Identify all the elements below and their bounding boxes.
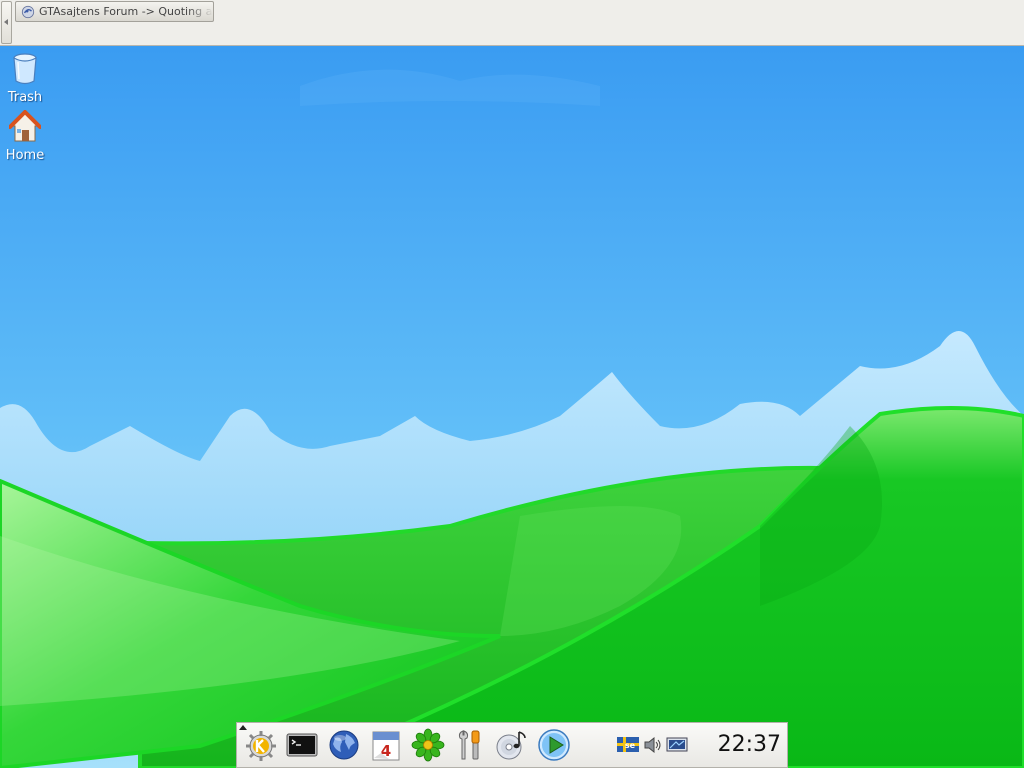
desktop-icon-label: Trash [7,90,43,105]
panel-clock[interactable]: 22:37 [718,732,781,757]
settings-tools-icon[interactable] [453,728,487,762]
desktop-icon-trash[interactable]: Trash [0,52,50,106]
task-button-label: GTAsajtens Forum -> Quoting a Post - Kon… [39,5,213,18]
terminal-icon[interactable] [285,728,319,762]
cd-music-icon[interactable] [495,728,529,762]
media-player-icon[interactable] [537,728,571,762]
network-icon[interactable] [666,736,688,754]
task-button-konqueror[interactable]: GTAsajtens Forum -> Quoting a Post - Kon… [15,1,214,22]
konqueror-icon [21,5,35,18]
web-browser-icon[interactable] [327,728,361,762]
volume-icon[interactable] [642,736,664,754]
keyboard-layout-label: se [625,741,636,750]
desktop-icon-home[interactable]: Home [0,110,50,164]
icq-icon[interactable] [411,728,445,762]
bottom-panel: 4 se 22:37 [236,722,788,768]
trash-icon [13,53,37,85]
top-taskbar: GTAsajtens Forum -> Quoting a Post - Kon… [0,0,1024,46]
home-icon [9,110,41,142]
taskbar-collapse-handle[interactable] [1,1,12,44]
desktop-icon-label: Home [5,148,45,163]
keyboard-layout-icon[interactable]: se [617,736,639,754]
kde-menu-icon[interactable] [244,728,278,762]
calendar-icon[interactable]: 4 [369,728,403,762]
desktop-wallpaper [0,46,1024,768]
